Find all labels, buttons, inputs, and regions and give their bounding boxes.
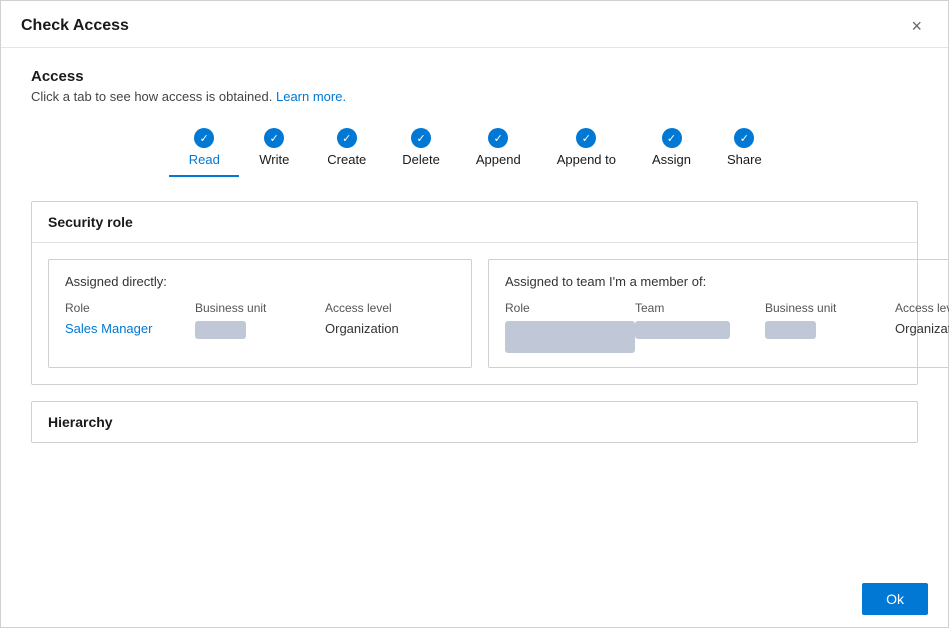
access-heading: Access — [31, 68, 918, 85]
ok-button[interactable]: Ok — [862, 583, 928, 615]
col-header-bu: Business unit — [195, 301, 325, 315]
dialog-footer: Ok — [1, 571, 948, 627]
hierarchy-header: Hierarchy — [32, 402, 917, 442]
tab-assign[interactable]: ✓ Assign — [634, 124, 709, 177]
business-unit-cell: can731 — [195, 321, 325, 339]
assigned-directly-box: Assigned directly: Role Business unit Ac… — [48, 259, 472, 368]
col-header-team: Team — [635, 301, 765, 315]
tab-check-share: ✓ — [734, 128, 754, 148]
security-role-section: Security role Assigned directly: Role Bu… — [31, 201, 918, 385]
tab-check-assign: ✓ — [662, 128, 682, 148]
col-header-team-role: Role — [505, 301, 635, 315]
role-link[interactable]: Sales Manager — [65, 321, 152, 336]
team-bu-cell: can731 — [765, 321, 895, 339]
team-name-cell: test group team — [635, 321, 765, 339]
tab-label-append-to: Append to — [557, 152, 616, 167]
dialog-body: Access Click a tab to see how access is … — [1, 48, 948, 571]
tab-label-append: Append — [476, 152, 521, 167]
team-bu-blurred: can731 — [765, 321, 816, 339]
tab-read[interactable]: ✓ Read — [169, 124, 239, 177]
col-header-team-bu: Business unit — [765, 301, 895, 315]
team-name-blurred: test group team — [635, 321, 730, 339]
assigned-team-title: Assigned to team I'm a member of: — [505, 274, 949, 289]
tab-append-to[interactable]: ✓ Append to — [539, 124, 634, 177]
learn-more-link[interactable]: Learn more. — [276, 89, 346, 104]
team-role-cell: Common Data Servi... — [505, 321, 635, 353]
tab-share[interactable]: ✓ Share — [709, 124, 780, 177]
security-role-content: Assigned directly: Role Business unit Ac… — [32, 243, 917, 384]
dialog-title: Check Access — [21, 17, 129, 35]
access-subtext: Click a tab to see how access is obtaine… — [31, 89, 918, 104]
team-role-blurred: Common Data Servi... — [505, 321, 635, 353]
tab-label-delete: Delete — [402, 152, 440, 167]
tab-label-write: Write — [259, 152, 289, 167]
tab-label-create: Create — [327, 152, 366, 167]
role-cell: Sales Manager — [65, 321, 195, 336]
assigned-directly-title: Assigned directly: — [65, 274, 455, 289]
tab-label-assign: Assign — [652, 152, 691, 167]
tab-delete[interactable]: ✓ Delete — [384, 124, 458, 177]
tab-check-write: ✓ — [264, 128, 284, 148]
assigned-directly-headers: Role Business unit Access level — [65, 301, 455, 315]
tab-check-read: ✓ — [194, 128, 214, 148]
tab-label-read: Read — [189, 152, 220, 167]
assigned-team-headers: Role Team Business unit Access level — [505, 301, 949, 315]
tab-append[interactable]: ✓ Append — [458, 124, 539, 177]
tab-check-create: ✓ — [337, 128, 357, 148]
tab-write[interactable]: ✓ Write — [239, 124, 309, 177]
tab-label-share: Share — [727, 152, 762, 167]
tabs-row: ✓ Read ✓ Write ✓ Create ✓ Delete ✓ Appen… — [31, 124, 918, 177]
col-header-access: Access level — [325, 301, 455, 315]
close-button[interactable]: × — [905, 15, 928, 37]
tab-create[interactable]: ✓ Create — [309, 124, 384, 177]
hierarchy-section: Hierarchy — [31, 401, 918, 443]
assigned-team-box: Assigned to team I'm a member of: Role T… — [488, 259, 949, 368]
assigned-directly-row: Sales Manager can731 Organization — [65, 321, 455, 339]
col-header-team-access: Access level — [895, 301, 949, 315]
tab-check-delete: ✓ — [411, 128, 431, 148]
dialog-header: Check Access × — [1, 1, 948, 48]
team-access-cell: Organization — [895, 321, 949, 336]
access-level-cell: Organization — [325, 321, 455, 336]
tab-check-append: ✓ — [488, 128, 508, 148]
check-access-dialog: Check Access × Access Click a tab to see… — [0, 0, 949, 628]
assigned-team-row: Common Data Servi... test group team can… — [505, 321, 949, 353]
tab-check-append-to: ✓ — [576, 128, 596, 148]
security-role-header: Security role — [32, 202, 917, 243]
col-header-role: Role — [65, 301, 195, 315]
business-unit-blurred: can731 — [195, 321, 246, 339]
